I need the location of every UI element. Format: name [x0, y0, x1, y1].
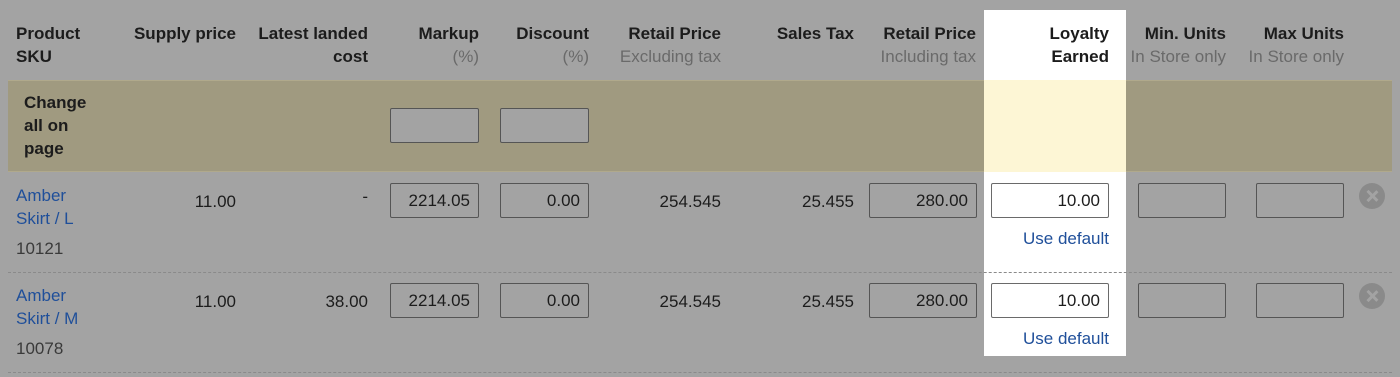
- remove-row-icon[interactable]: [1359, 283, 1385, 309]
- header-min-units-sub: In Store only: [1130, 47, 1226, 66]
- product-name-line2[interactable]: Skirt / M: [16, 307, 78, 330]
- use-default-link[interactable]: Use default: [990, 227, 1109, 250]
- product-sku: 10078: [16, 339, 64, 358]
- min-units-input[interactable]: [1138, 183, 1226, 218]
- header-retail-price-ex: Retail Price: [628, 24, 721, 43]
- max-units-input[interactable]: [1256, 183, 1344, 218]
- header-sku-line: SKU: [16, 47, 52, 66]
- retail-price-ex-value: 254.545: [659, 292, 721, 311]
- use-default-link[interactable]: Use default: [990, 327, 1109, 350]
- header-max-units: Max Units: [1263, 24, 1344, 43]
- loyalty-change-all-highlight: [984, 80, 1126, 172]
- landed-cost-value: -: [362, 187, 368, 206]
- header-loyalty-line1: Loyalty: [1049, 24, 1109, 43]
- header-retail-price-inc: Retail Price: [883, 24, 976, 43]
- supply-price-value: 11.00: [194, 192, 236, 211]
- discount-input[interactable]: 0.00: [500, 283, 589, 318]
- max-units-input[interactable]: [1256, 283, 1344, 318]
- product-name-line1[interactable]: Amber: [16, 284, 78, 307]
- discount-input[interactable]: 0.00: [500, 183, 589, 218]
- markup-input[interactable]: 2214.05: [390, 183, 479, 218]
- landed-cost-value: 38.00: [325, 292, 368, 311]
- header-landed-line2: cost: [333, 47, 368, 66]
- sales-tax-value: 25.455: [802, 292, 854, 311]
- markup-input[interactable]: 2214.05: [390, 283, 479, 318]
- header-discount: Discount: [516, 24, 589, 43]
- header-product-sku: Product SKU: [16, 22, 80, 68]
- product-link[interactable]: Amber Skirt / L: [16, 184, 74, 230]
- change-all-line1: Change: [24, 93, 87, 112]
- supply-price-value: 11.00: [194, 292, 236, 311]
- row-divider: [8, 372, 1392, 373]
- header-markup-unit: (%): [452, 47, 479, 66]
- header-sales-tax: Sales Tax: [776, 24, 854, 43]
- change-all-line3: page: [24, 139, 64, 158]
- header-loyalty-earned: Loyalty Earned: [990, 22, 1109, 68]
- retail-price-ex-value: 254.545: [659, 192, 721, 211]
- header-max-units-sub: In Store only: [1248, 47, 1344, 66]
- remove-row-icon[interactable]: [1359, 183, 1385, 209]
- header-latest-landed-cost: Latest landed cost: [240, 22, 368, 68]
- header-retail-ex-sub: Excluding tax: [619, 47, 721, 66]
- header-discount-unit: (%): [562, 47, 589, 66]
- header-product-line: Product: [16, 24, 81, 43]
- product-name-line1[interactable]: Amber: [16, 184, 74, 207]
- retail-price-inc-input[interactable]: 280.00: [869, 183, 977, 218]
- header-loyalty-line2: Earned: [1051, 47, 1109, 66]
- change-all-discount-input[interactable]: [500, 108, 589, 143]
- change-all-markup-input[interactable]: [390, 108, 479, 143]
- sales-tax-value: 25.455: [802, 192, 854, 211]
- header-markup: Markup: [418, 24, 479, 43]
- header-retail-inc-sub: Including tax: [880, 47, 976, 66]
- product-sku: 10121: [16, 239, 64, 258]
- retail-price-inc-input[interactable]: 280.00: [869, 283, 977, 318]
- header-supply-price: Supply price: [133, 24, 236, 43]
- change-all-line2: all on: [24, 116, 69, 135]
- product-name-line2[interactable]: Skirt / L: [16, 207, 74, 230]
- loyalty-earned-input[interactable]: 10.00: [991, 183, 1109, 218]
- header-min-units: Min. Units: [1144, 24, 1226, 43]
- change-all-band: [8, 80, 1392, 172]
- header-landed-line1: Latest landed: [258, 24, 368, 43]
- min-units-input[interactable]: [1138, 283, 1226, 318]
- loyalty-earned-input[interactable]: 10.00: [991, 283, 1109, 318]
- change-all-label: Change all on page: [24, 91, 114, 160]
- row-divider: [8, 272, 1392, 273]
- product-link[interactable]: Amber Skirt / M: [16, 284, 78, 330]
